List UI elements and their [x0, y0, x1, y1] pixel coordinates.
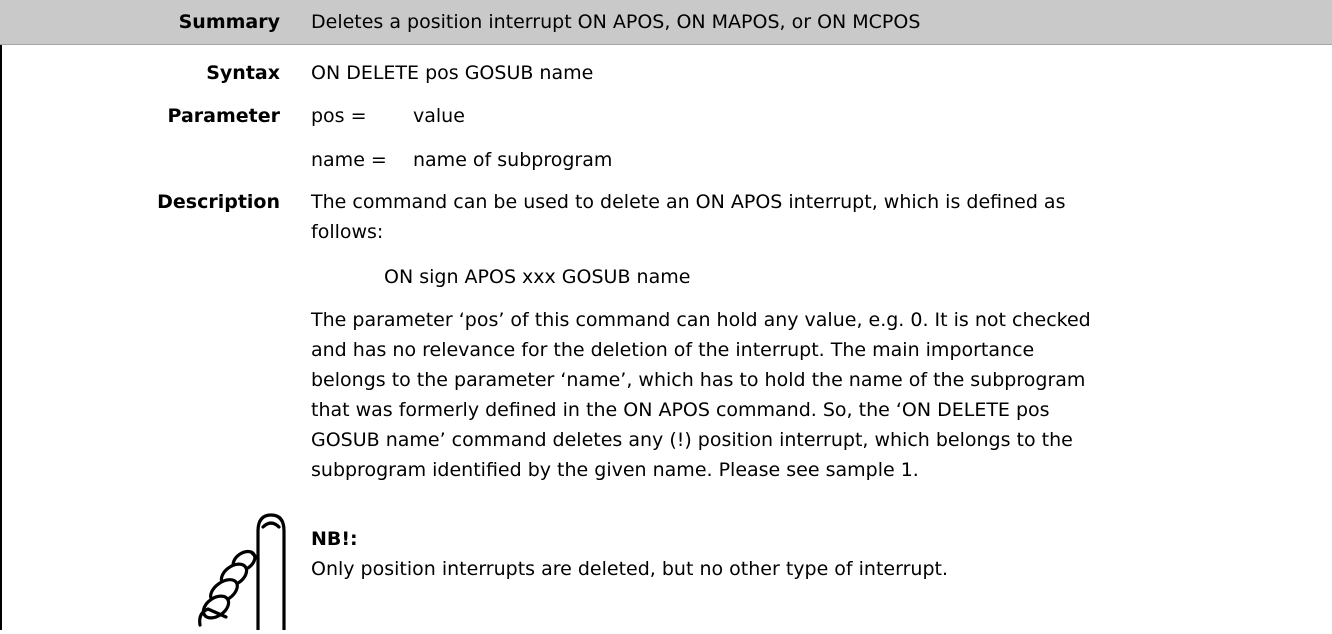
syntax-label: Syntax	[206, 62, 280, 84]
description-body-line: belongs to the parameter ‘name’, which h…	[311, 369, 1086, 391]
description-body-line: The parameter ‘pos’ of this command can …	[311, 309, 1091, 331]
description-intro-line2: follows:	[311, 221, 384, 243]
parameter-pos-value: value	[413, 105, 465, 127]
parameter-label: Parameter	[167, 105, 280, 127]
note-text: Only position interrupts are deleted, bu…	[311, 558, 948, 580]
note-title: NB!:	[311, 528, 358, 550]
parameter-name-value: name of subprogram	[413, 149, 613, 171]
summary-row: Summary Deletes a position interrupt ON …	[0, 0, 1332, 45]
description-label: Description	[157, 191, 280, 213]
left-border-rule	[0, 0, 2, 630]
parameter-name-name: name =	[311, 149, 387, 171]
pointing-hand-icon	[196, 513, 288, 632]
description-body-line: GOSUB name’ command deletes any (!) posi…	[311, 429, 1073, 451]
description-code-line: ON sign APOS xxx GOSUB name	[384, 266, 691, 288]
parameter-pos-name: pos =	[311, 105, 367, 127]
description-body-line: subprogram identified by the given name.…	[311, 459, 919, 481]
summary-label: Summary	[178, 11, 280, 33]
description-intro-line1: The command can be used to delete an ON …	[311, 191, 1066, 213]
summary-text: Deletes a position interrupt ON APOS, ON…	[311, 11, 921, 33]
description-body-line: that was formerly defined in the ON APOS…	[311, 399, 1050, 421]
syntax-text: ON DELETE pos GOSUB name	[311, 62, 594, 84]
description-body-line: and has no relevance for the deletion of…	[311, 339, 1035, 361]
